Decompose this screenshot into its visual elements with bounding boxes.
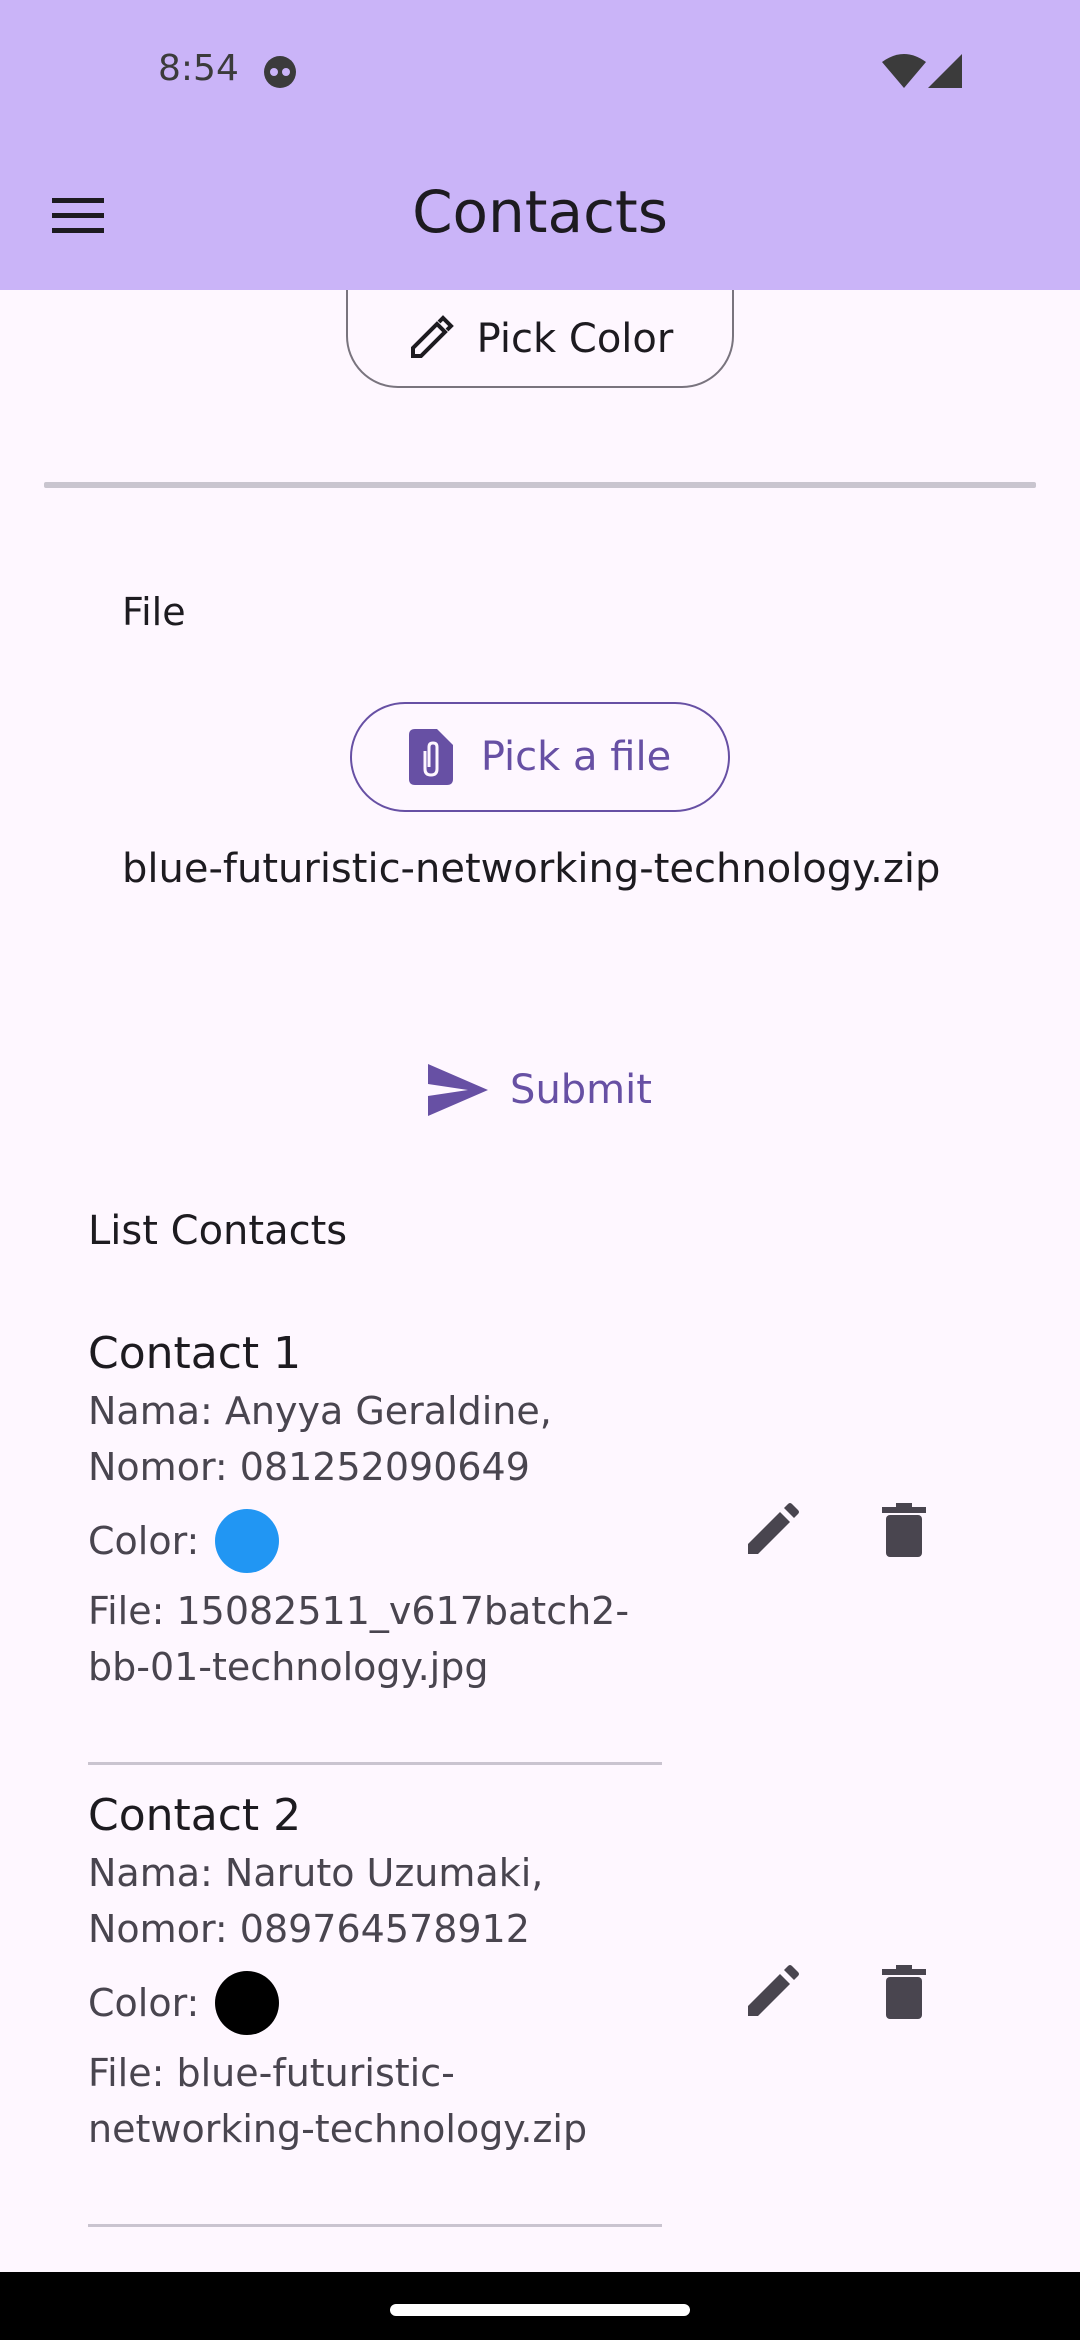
contact-item: Contact 1 Nama: Anyya Geraldine, Nomor: … xyxy=(88,1328,988,1765)
edit-contact-1-button[interactable] xyxy=(732,1490,812,1570)
submit-label: Submit xyxy=(510,1067,652,1113)
delete-contact-1-button[interactable] xyxy=(864,1490,944,1570)
contact-file-line2: networking-technology.zip xyxy=(88,2107,588,2151)
contact-item: Contact 2 Nama: Naruto Uzumaki, Nomor: 0… xyxy=(88,1790,988,2227)
section-divider xyxy=(44,482,1036,488)
contact-nama: Nama: Naruto Uzumaki, xyxy=(88,1851,544,1895)
contact-file-line2: bb-01-technology.jpg xyxy=(88,1645,489,1689)
file-section-label: File xyxy=(122,590,186,634)
submit-button[interactable]: Submit xyxy=(410,1050,670,1130)
selected-file-name: blue-futuristic-networking-technology.zi… xyxy=(122,846,941,892)
contact-color-row: Color: xyxy=(88,1961,988,2045)
status-bar: 8:54 xyxy=(0,0,1080,142)
page-title: Contacts xyxy=(412,178,668,246)
delete-contact-2-button[interactable] xyxy=(864,1952,944,2032)
list-contacts-title: List Contacts xyxy=(88,1208,348,1254)
edit-icon xyxy=(748,1965,799,2016)
app-notification-icon xyxy=(262,54,298,94)
pick-file-label: Pick a file xyxy=(480,734,672,780)
home-gesture-handle[interactable] xyxy=(390,2304,690,2316)
contact-color-swatch xyxy=(215,1971,280,2035)
status-time: 8:54 xyxy=(158,48,239,89)
delete-trash-icon xyxy=(882,1503,926,1557)
contact-nomor: Nomor: 089764578912 xyxy=(88,1907,530,1951)
contact-nomor: Nomor: 081252090649 xyxy=(88,1445,530,1489)
contact-divider xyxy=(88,2224,662,2227)
contact-color-row: Color: xyxy=(88,1499,988,1583)
pick-color-label: Pick Color xyxy=(476,316,674,362)
signal-icon xyxy=(928,54,962,92)
system-nav-bar xyxy=(0,2272,1080,2340)
contact-color-swatch xyxy=(215,1509,280,1573)
edit-pencil-icon xyxy=(410,315,454,358)
contact-title: Contact 2 xyxy=(88,1790,302,1841)
form-content[interactable]: Pick Color File Pick a file blue-futuris… xyxy=(0,290,1080,2272)
pick-color-button[interactable]: Pick Color xyxy=(346,290,734,388)
contact-color-label: Color: xyxy=(88,1519,200,1563)
delete-trash-icon xyxy=(882,1965,926,2019)
contact-file-line1: File: blue-futuristic- xyxy=(88,2051,455,2095)
app-bar: Contacts xyxy=(0,142,1080,290)
contact-title: Contact 1 xyxy=(88,1328,302,1379)
contact-color-label: Color: xyxy=(88,1981,200,2025)
wifi-icon xyxy=(882,54,926,92)
edit-contact-2-button[interactable] xyxy=(732,1952,812,2032)
pick-file-button[interactable]: Pick a file xyxy=(350,702,730,812)
file-attachment-icon xyxy=(408,729,453,785)
edit-icon xyxy=(748,1503,799,1554)
contact-nama: Nama: Anyya Geraldine, xyxy=(88,1389,552,1433)
send-icon xyxy=(428,1064,489,1116)
contact-file-line1: File: 15082511_v617batch2- xyxy=(88,1589,630,1633)
contact-divider xyxy=(88,1762,662,1765)
